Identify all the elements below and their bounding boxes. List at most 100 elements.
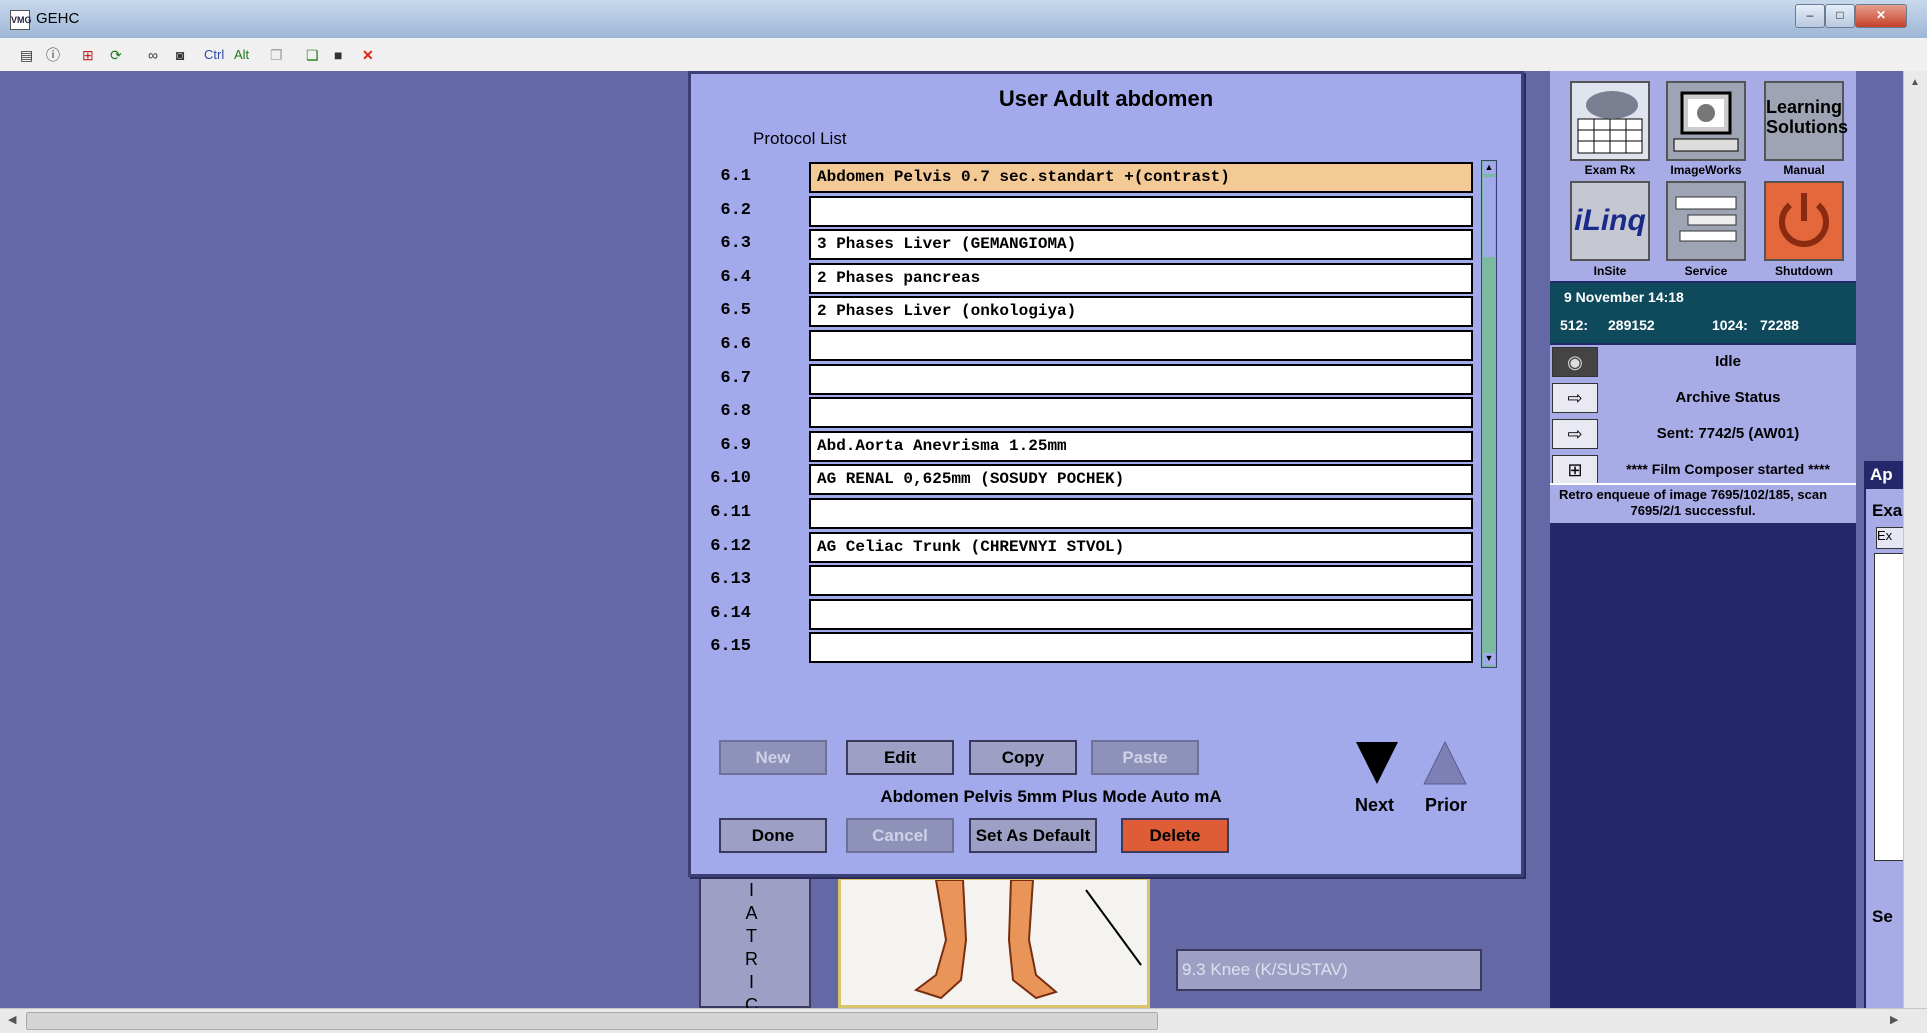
protocol-row[interactable]: Abd.Aorta Anevrisma 1.25mm [809,431,1473,462]
right-status-panel: Learning Solutions Exam Rx ImageWorks Ma… [1550,71,1856,1009]
properties-icon[interactable]: ▤ [20,46,33,64]
paste-button[interactable]: Paste [1091,740,1199,775]
prior-label[interactable]: Prior [1425,795,1467,816]
protocol-row[interactable] [809,397,1473,428]
save-icon[interactable]: ■ [334,46,342,64]
film-composer-status: **** Film Composer started **** [1626,461,1830,477]
protocol-row[interactable] [809,632,1473,663]
grid-icon[interactable]: ⊞ [82,46,94,64]
toolbar [0,38,1927,72]
default-protocol-label: Abdomen Pelvis 5mm Plus Mode Auto mA [880,787,1222,806]
window-titlebar: VMG GEHC – □ ✕ [0,0,1927,38]
protocol-row[interactable]: 3 Phases Liver (GEMANGIOMA) [809,229,1473,260]
alt-key-button[interactable]: Alt [234,46,249,64]
row-number: 6.10 [710,469,751,488]
insite-tile[interactable]: iLinq [1570,181,1650,261]
row-number: 6.9 [720,436,751,455]
service-label[interactable]: Service [1658,264,1754,278]
info-icon[interactable]: ⓘ [46,46,60,64]
scroll-left-icon[interactable]: ◀ [8,1013,16,1026]
protocol-row[interactable] [809,599,1473,630]
archive-panel: ◉ ⇨ ⇨ ⊞ Idle Archive Status Sent: 7742/5… [1550,345,1856,485]
edit-button[interactable]: Edit [846,740,954,775]
protocol-list-scrollbar[interactable]: ▲ ▼ [1481,160,1497,668]
link-icon[interactable]: ∞ [148,46,158,64]
side-letters: I A T R I C [745,879,758,1017]
send-arrow-icon[interactable]: ⇨ [1552,419,1598,449]
row-number: 6.2 [720,201,751,220]
partial-window: Ap Exa Ex Se [1864,461,1908,1008]
protocol-row[interactable]: 2 Phases pancreas [809,263,1473,294]
row-number: 6.1 [720,167,751,186]
next-arrow-icon[interactable] [1354,740,1400,786]
anatomy-image[interactable] [838,877,1150,1008]
mem-1024-label: 1024: [1712,317,1748,333]
side-letter: T [746,926,757,946]
horizontal-scrollbar[interactable]: ◀ ▶ [0,1008,1927,1033]
close-button[interactable]: ✕ [1855,4,1907,28]
film-grid-icon[interactable]: ⊞ [1552,455,1598,485]
new-button[interactable]: New [719,740,827,775]
protocol-row[interactable] [809,364,1473,395]
manual-tile[interactable]: Learning Solutions [1764,81,1848,161]
vertical-scrollbar[interactable]: ▲ [1903,71,1927,1009]
knee-protocol-button[interactable]: 9.3 Knee (K/SUSTAV) [1176,949,1482,991]
imageworks-tile[interactable] [1666,81,1746,161]
protocol-row[interactable]: Abdomen Pelvis 0.7 sec.standart +(contra… [809,162,1473,193]
copy-button[interactable]: Copy [969,740,1077,775]
side-menu-strip: I A T R I C [699,877,811,1015]
protocol-row[interactable] [809,565,1473,596]
exam-rx-label[interactable]: Exam Rx [1562,163,1658,177]
next-control[interactable] [1354,740,1400,791]
scroll-up-icon[interactable]: ▲ [1910,77,1920,88]
system-status: 9 November 14:18 512: 289152 1024: 72288 [1550,283,1856,343]
prior-control[interactable] [1422,740,1468,791]
protocol-list-label: Protocol List [753,129,847,148]
shutdown-label[interactable]: Shutdown [1756,264,1852,278]
partial-title: Ap [1866,461,1905,489]
protocol-row[interactable] [809,498,1473,529]
protocol-row[interactable]: 2 Phases Liver (onkologiya) [809,296,1473,327]
row-number: 6.4 [720,268,751,287]
exam-rx-tile[interactable] [1570,81,1650,161]
refresh-icon[interactable]: ⟳ [110,46,122,64]
row-number: 6.13 [710,570,751,589]
next-label[interactable]: Next [1355,795,1394,816]
service-tile[interactable] [1666,181,1746,261]
set-as-default-button[interactable]: Set As Default [969,818,1097,853]
horizontal-scroll-thumb[interactable] [26,1012,1158,1030]
close-icon[interactable]: ✕ [362,46,374,64]
ctrl-key-button[interactable]: Ctrl [204,46,224,64]
protocol-row[interactable]: AG Celiac Trunk (CHREVNYI STVOL) [809,532,1473,563]
retro-text: Retro enqueue of image 7695/102/185, sca… [1558,487,1828,518]
mem-512-value: 289152 [1608,317,1655,333]
paste-icon[interactable]: ❏ [306,46,319,64]
imageworks-label[interactable]: ImageWorks [1658,163,1754,177]
shutdown-tile[interactable] [1764,181,1844,261]
scroll-down-arrow-icon[interactable]: ▼ [1483,653,1495,665]
manual-label[interactable]: Manual [1756,163,1852,177]
disk-icon[interactable]: ◉ [1552,347,1598,377]
insite-label[interactable]: InSite [1562,264,1658,278]
prior-arrow-icon[interactable] [1422,740,1468,786]
protocol-row[interactable] [809,196,1473,227]
protocol-row[interactable]: AG RENAL 0,625mm (SOSUDY POCHEK) [809,464,1473,495]
maximize-button[interactable]: □ [1825,4,1855,28]
delete-button[interactable]: Delete [1121,818,1229,853]
datetime: 9 November 14:18 [1564,289,1684,305]
scroll-up-arrow-icon[interactable]: ▲ [1483,162,1495,174]
legs-illustration [913,879,1142,1000]
done-button[interactable]: Done [719,818,827,853]
row-number: 6.14 [710,604,751,623]
archive-arrow-icon[interactable]: ⇨ [1552,383,1598,413]
row-number: 6.12 [710,537,751,556]
cancel-button[interactable]: Cancel [846,818,954,853]
scroll-thumb[interactable] [1483,177,1495,257]
exam-rx-icon [1577,91,1643,154]
camera-icon[interactable]: ◙ [176,46,184,64]
idle-status: Idle [1715,353,1741,370]
protocol-row[interactable] [809,330,1473,361]
minimize-button[interactable]: – [1795,4,1825,28]
copy-icon[interactable]: ❐ [270,46,283,64]
scroll-right-icon[interactable]: ▶ [1890,1013,1898,1026]
